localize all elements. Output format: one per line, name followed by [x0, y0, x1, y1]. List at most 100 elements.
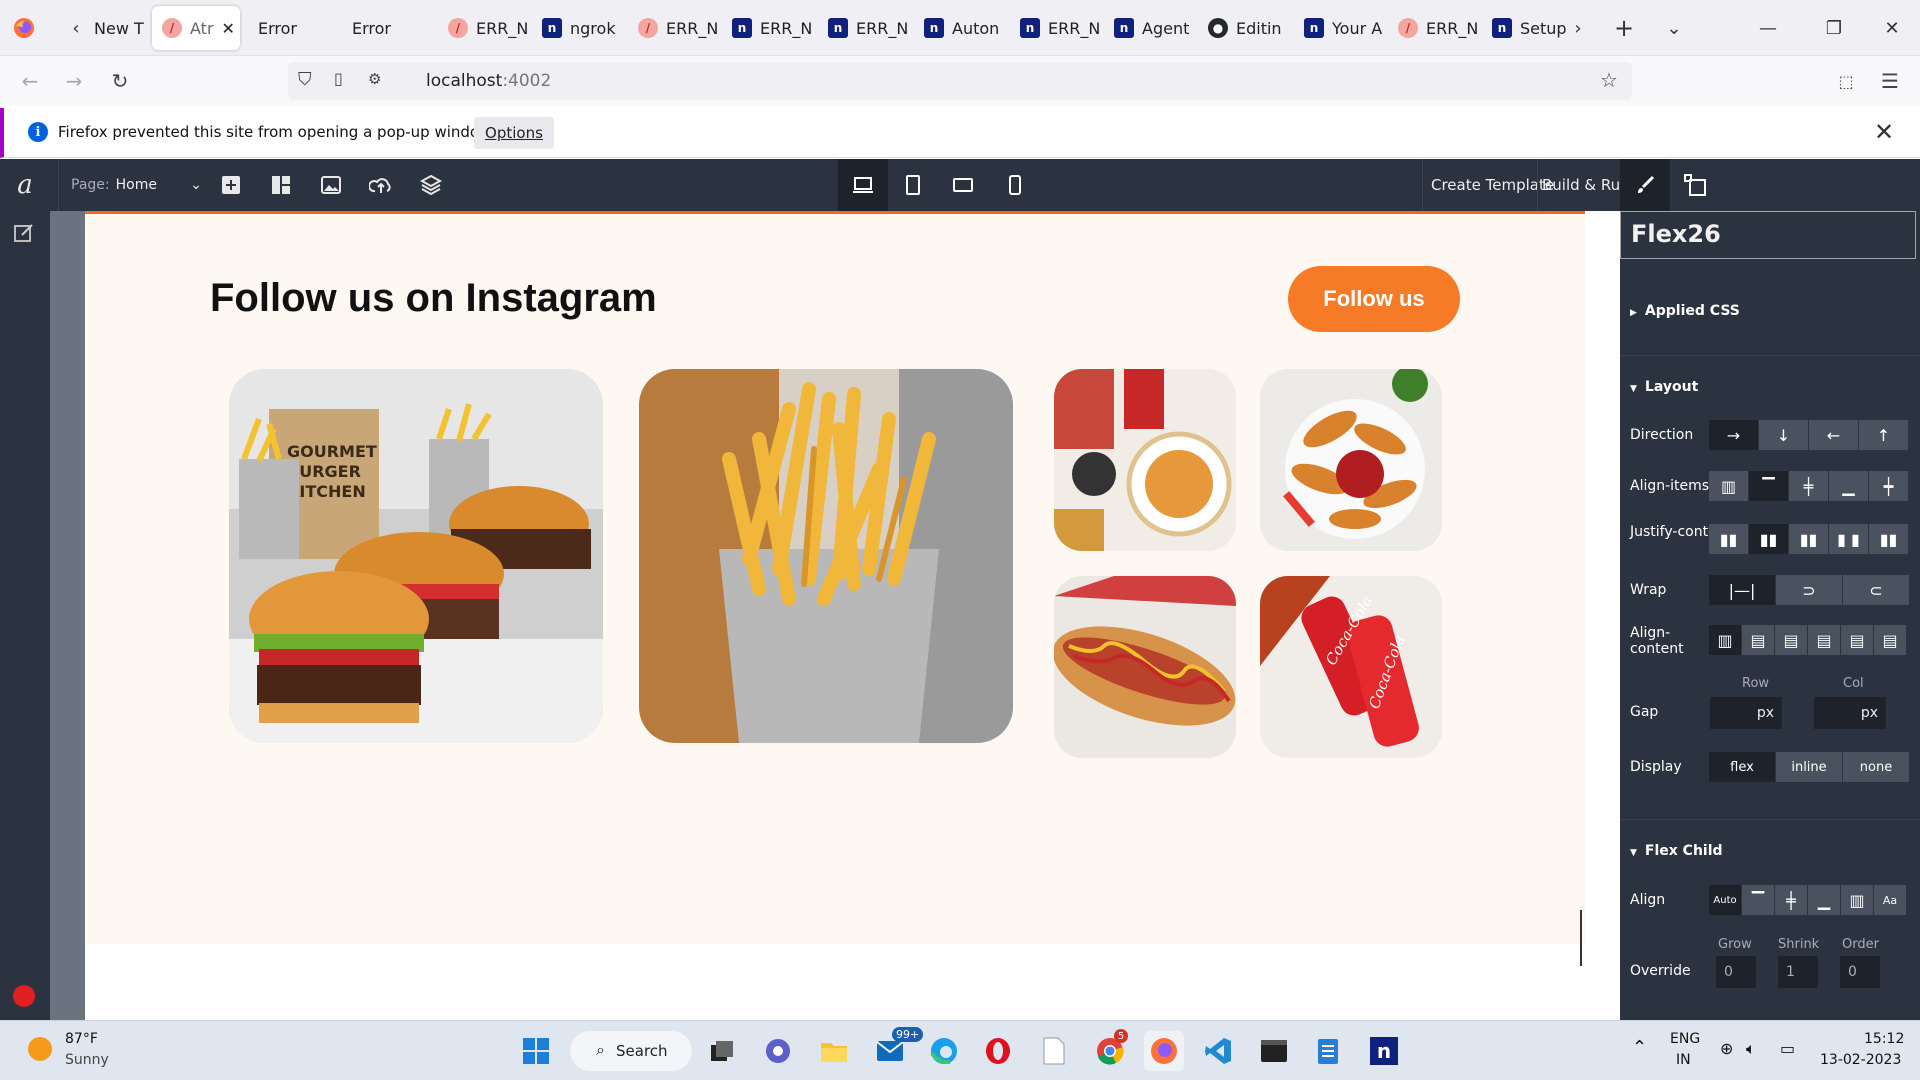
direction-row-reverse-icon[interactable]: ←: [1809, 420, 1859, 450]
justify-around-icon[interactable]: ▮▮: [1869, 524, 1909, 554]
back-icon[interactable]: ←: [14, 65, 46, 97]
tab-agent[interactable]: n Agent: [1104, 6, 1194, 50]
n-app-icon[interactable]: n: [1364, 1031, 1404, 1071]
windows-start-icon[interactable]: [516, 1031, 556, 1071]
tab-scroll-right-icon[interactable]: ›: [1562, 12, 1594, 44]
display-inline-button[interactable]: inline: [1776, 752, 1843, 782]
applied-css-section[interactable]: ▶ Applied CSS: [1630, 303, 1740, 319]
align-self-baseline-icon[interactable]: Aa: [1874, 885, 1907, 915]
canvas-scrollbar[interactable]: [1580, 910, 1582, 966]
gap-col-input[interactable]: px: [1814, 697, 1886, 729]
direction-column-reverse-icon[interactable]: ↑: [1859, 420, 1909, 450]
tab-error-2[interactable]: Error: [342, 6, 430, 50]
tablet-view-icon[interactable]: [888, 159, 938, 211]
wrap-icon[interactable]: ⊃: [1776, 575, 1843, 605]
align-content-around-icon[interactable]: ▤: [1874, 625, 1907, 655]
chrome-icon[interactable]: 5: [1090, 1029, 1130, 1071]
align-items-end-icon[interactable]: ▁: [1829, 471, 1869, 501]
grow-input[interactable]: 0: [1716, 956, 1756, 988]
url-bar[interactable]: ⛉ ▯ ⚙ localhost:4002 ☆: [288, 62, 1632, 100]
taskbar-search[interactable]: ⌕ Search: [570, 1031, 692, 1071]
language-label[interactable]: ENG: [1670, 1031, 1700, 1047]
align-items-start-icon[interactable]: ▔: [1749, 471, 1789, 501]
layers-icon[interactable]: [406, 159, 456, 211]
tab-err-4[interactable]: n ERR_N: [818, 6, 908, 50]
align-items-stretch-icon[interactable]: ▥: [1709, 471, 1749, 501]
vscode-icon[interactable]: [1198, 1031, 1238, 1071]
tablet-landscape-view-icon[interactable]: [938, 159, 988, 211]
shield-icon[interactable]: ⛉: [298, 69, 312, 90]
firefox-menu-icon[interactable]: [8, 12, 40, 44]
direction-column-icon[interactable]: ↓: [1759, 420, 1809, 450]
align-self-end-icon[interactable]: ▁: [1808, 885, 1841, 915]
reload-icon[interactable]: ↻: [104, 65, 136, 97]
notepad-list-icon[interactable]: [1308, 1031, 1348, 1071]
clock-time[interactable]: 15:12: [1864, 1031, 1904, 1047]
task-view-icon[interactable]: [702, 1031, 742, 1071]
align-content-center-icon[interactable]: ▤: [1775, 625, 1808, 655]
resize-icon[interactable]: [1670, 159, 1720, 211]
potato-wedges-photo[interactable]: [1260, 369, 1442, 551]
tab-error-1[interactable]: Error: [248, 6, 336, 50]
globe-icon[interactable]: ⊕: [1720, 1039, 1733, 1058]
forward-icon[interactable]: →: [58, 65, 90, 97]
volume-icon[interactable]: 🔈︎: [1746, 1039, 1756, 1059]
page-canvas[interactable]: Follow us on Instagram Follow us GOURMET…: [85, 211, 1585, 1020]
align-items-center-icon[interactable]: ╪: [1789, 471, 1829, 501]
tab-err-6[interactable]: / ERR_N: [1388, 6, 1478, 50]
coca-cola-cans-photo[interactable]: Coca-Cola Coca-Cola: [1260, 576, 1442, 758]
tab-editing[interactable]: ● Editin: [1198, 6, 1288, 50]
edit-icon[interactable]: [14, 223, 36, 245]
hotdog-photo[interactable]: [1054, 576, 1236, 758]
tab-auton[interactable]: n Auton: [914, 6, 1004, 50]
tab-err-2[interactable]: / ERR_N: [628, 6, 718, 50]
mail-icon[interactable]: 99+: [870, 1027, 924, 1071]
bookmark-star-icon[interactable]: ☆: [1600, 68, 1618, 92]
flex-child-section[interactable]: ▼ Flex Child: [1630, 843, 1723, 859]
close-window-icon[interactable]: ✕: [1876, 12, 1908, 44]
style-brush-icon[interactable]: [1620, 159, 1670, 211]
tab-err-1[interactable]: / ERR_N: [438, 6, 528, 50]
terminal-icon[interactable]: [1254, 1031, 1294, 1071]
extensions-icon[interactable]: ⬚: [1830, 65, 1862, 97]
justify-start-icon[interactable]: ▮▮: [1709, 524, 1749, 554]
tab-your[interactable]: n Your A: [1294, 6, 1384, 50]
burger-cola-photo[interactable]: [1054, 369, 1236, 551]
wrap-reverse-icon[interactable]: ⊂: [1843, 575, 1910, 605]
align-self-center-icon[interactable]: ╪: [1775, 885, 1808, 915]
clock-date[interactable]: 13-02-2023: [1820, 1052, 1901, 1068]
options-button[interactable]: Options: [474, 117, 554, 149]
restore-icon[interactable]: ❐: [1818, 12, 1850, 44]
sun-icon[interactable]: [28, 1037, 52, 1061]
mobile-view-icon[interactable]: [990, 159, 1040, 211]
tab-setup[interactable]: n Setup: [1482, 6, 1572, 50]
align-content-end-icon[interactable]: ▤: [1808, 625, 1841, 655]
tab-active[interactable]: / Atr ✕: [152, 6, 240, 50]
align-items-baseline-icon[interactable]: ┿: [1869, 471, 1909, 501]
new-tab-icon[interactable]: +: [1608, 12, 1640, 44]
edge-icon[interactable]: [924, 1031, 964, 1071]
teams-chat-icon[interactable]: [758, 1031, 798, 1071]
chevron-down-icon[interactable]: ⌄: [1658, 12, 1690, 44]
tab-err-3[interactable]: n ERR_N: [722, 6, 812, 50]
chevron-up-icon[interactable]: ⌃: [1632, 1037, 1647, 1058]
close-notification-icon[interactable]: ✕: [1874, 118, 1894, 146]
align-self-auto-button[interactable]: Auto: [1709, 885, 1742, 915]
follow-us-button[interactable]: Follow us: [1288, 266, 1460, 332]
tab-new[interactable]: New T: [84, 6, 150, 50]
justify-end-icon[interactable]: ▮▮: [1789, 524, 1829, 554]
align-self-stretch-icon[interactable]: ▥: [1841, 885, 1874, 915]
burgers-photo[interactable]: GOURMET BURGER KITCHEN: [229, 369, 603, 743]
notepad-icon[interactable]: [1034, 1031, 1074, 1071]
record-indicator-icon[interactable]: [13, 985, 35, 1007]
url-text[interactable]: localhost:4002: [426, 71, 551, 91]
file-explorer-icon[interactable]: [814, 1031, 854, 1071]
weather-temp[interactable]: 87°F: [65, 1031, 98, 1047]
firefox-taskbar-icon[interactable]: [1144, 1031, 1184, 1071]
align-content-between-icon[interactable]: ▤: [1841, 625, 1874, 655]
image-icon[interactable]: [306, 159, 356, 211]
align-content-stretch-icon[interactable]: ▥: [1709, 625, 1742, 655]
battery-icon[interactable]: ▭: [1780, 1039, 1795, 1058]
permissions-icon[interactable]: ⚙: [368, 70, 381, 88]
atri-logo-icon[interactable]: a: [0, 159, 50, 211]
